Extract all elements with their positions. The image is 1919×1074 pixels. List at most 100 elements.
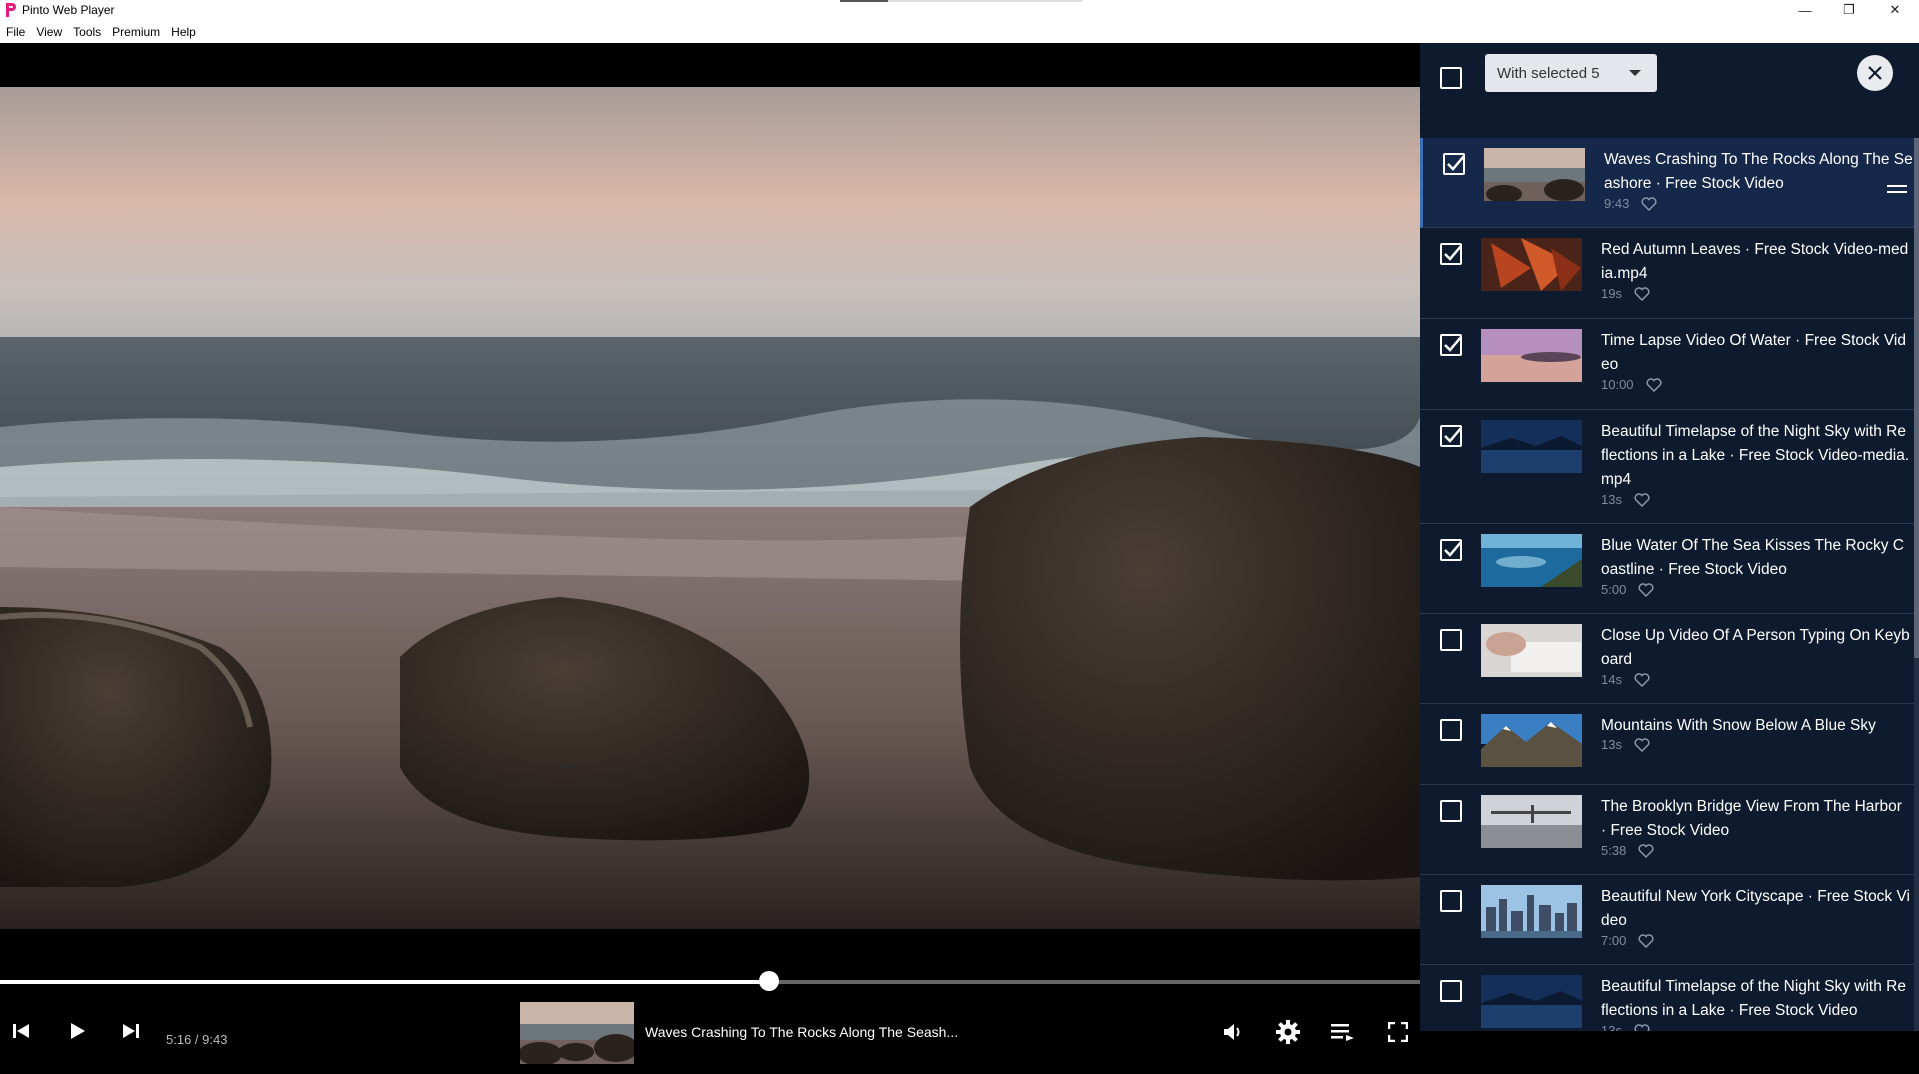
select-all-checkbox[interactable] [1440,67,1462,89]
playlist-item[interactable]: Mountains With Snow Below A Blue Sky 13s [1420,704,1914,785]
playlist-scrollbar[interactable] [1914,138,1919,1031]
item-checkbox[interactable] [1440,539,1462,561]
item-duration: 9:43 [1604,196,1630,211]
volume-button[interactable] [1221,1020,1245,1044]
scrollbar-thumb[interactable] [1914,138,1919,658]
keyboard-thumbnail [1481,624,1582,677]
app-title: Pinto Web Player [22,3,115,17]
playlist-item[interactable]: Waves Crashing To The Rocks Along The Se… [1420,138,1914,228]
title-tab-indicator [840,0,1082,2]
item-checkbox[interactable] [1440,800,1462,822]
close-playlist-button[interactable] [1857,55,1893,91]
menu-tools[interactable]: Tools [73,25,101,39]
mountain-thumbnail [1481,714,1582,767]
item-thumbnail[interactable] [1481,624,1582,677]
heart-icon[interactable] [1641,196,1657,211]
item-checkbox[interactable] [1440,425,1462,447]
item-meta: 13s [1601,492,1650,507]
item-thumbnail[interactable] [1481,885,1582,938]
item-checkbox[interactable] [1443,153,1465,175]
playback-time: 5:16 / 9:43 [166,1032,228,1047]
video-player[interactable]: 5:16 / 9:43 Waves Crashing To The Rocks … [0,43,1420,1064]
heart-icon[interactable] [1634,286,1650,301]
bulk-action-label: With selected 5 [1497,64,1600,82]
player-controls: 5:16 / 9:43 Waves Crashing To The Rocks … [0,998,1420,1074]
item-meta: 14s [1601,672,1650,687]
item-thumbnail[interactable] [1481,534,1582,587]
heart-icon[interactable] [1634,1023,1650,1032]
heart-icon[interactable] [1634,492,1650,507]
maximize-button[interactable]: ❐ [1826,0,1872,20]
item-thumbnail[interactable] [1481,795,1582,848]
settings-button[interactable] [1275,1019,1301,1045]
item-title: Beautiful Timelapse of the Night Sky wit… [1601,423,1910,488]
menu-premium[interactable]: Premium [112,25,160,39]
minimize-button[interactable]: — [1782,0,1828,20]
playlist-item[interactable]: Beautiful Timelapse of the Night Sky wit… [1420,965,1914,1031]
skip-next-icon [123,1024,139,1038]
playlist-item[interactable]: Red Autumn Leaves · Free Stock Video-med… [1420,228,1914,319]
playlist-item[interactable]: The Brooklyn Bridge View From The Harbor… [1420,785,1914,875]
skip-next-button[interactable] [120,1020,142,1042]
item-thumbnail[interactable] [1484,148,1585,201]
fullscreen-button[interactable] [1386,1020,1410,1044]
playlist-item[interactable]: Close Up Video Of A Person Typing On Key… [1420,614,1914,704]
item-title: Waves Crashing To The Rocks Along The Se… [1604,151,1913,192]
check-icon [1444,427,1462,443]
item-duration: 10:00 [1601,377,1634,392]
close-icon [1868,66,1882,80]
item-duration: 13s [1601,1023,1622,1031]
seek-bar[interactable] [0,971,1420,991]
heart-icon[interactable] [1638,582,1654,597]
heart-icon[interactable] [1638,933,1654,948]
playlist-icon [1331,1024,1354,1041]
item-checkbox[interactable] [1440,719,1462,741]
video-frame[interactable] [0,87,1420,929]
drag-handle-icon[interactable] [1887,183,1907,195]
item-thumbnail[interactable] [1481,714,1582,767]
heart-icon[interactable] [1646,377,1662,392]
bridge-thumbnail [1481,795,1582,848]
seek-bar-handle[interactable] [759,971,780,991]
menu-view[interactable]: View [36,25,62,39]
playlist-item[interactable]: Blue Water Of The Sea Kisses The Rocky C… [1420,524,1914,614]
heart-icon[interactable] [1634,672,1650,687]
item-checkbox[interactable] [1440,334,1462,356]
playlist-item[interactable]: Beautiful Timelapse of the Night Sky wit… [1420,410,1914,524]
item-thumbnail[interactable] [1481,238,1582,291]
item-thumbnail[interactable] [1481,329,1582,382]
item-thumbnail[interactable] [1481,975,1582,1028]
heart-icon[interactable] [1638,843,1654,858]
chevron-down-icon [1629,70,1641,76]
item-checkbox[interactable] [1440,980,1462,1002]
bulk-action-dropdown[interactable]: With selected 5 [1485,54,1657,92]
skip-previous-button[interactable] [10,1020,32,1042]
playlist-button[interactable] [1330,1020,1356,1044]
fullscreen-icon [1388,1022,1408,1042]
menu-help[interactable]: Help [171,25,196,39]
now-playing-thumbnail[interactable] [520,1002,634,1064]
volume-icon [1224,1024,1240,1040]
heart-icon[interactable] [1634,737,1650,752]
item-duration: 14s [1601,672,1622,687]
playlist-item[interactable]: Beautiful New York Cityscape · Free Stoc… [1420,875,1914,965]
playlist-panel: With selected 5 Waves Crashing To The Ro… [1420,43,1919,1031]
play-icon [71,1023,85,1039]
item-meta: 10:00 [1601,377,1662,392]
item-checkbox[interactable] [1440,243,1462,265]
sea-thumbnail [1484,148,1585,201]
check-icon [1447,155,1465,171]
item-checkbox[interactable] [1440,629,1462,651]
item-duration: 5:38 [1601,843,1627,858]
item-title: Red Autumn Leaves · Free Stock Video-med… [1601,241,1909,282]
close-window-button[interactable]: ✕ [1872,0,1918,20]
playlist-item[interactable]: Time Lapse Video Of Water · Free Stock V… [1420,319,1914,410]
item-meta: 5:00 [1601,582,1654,597]
play-button[interactable] [66,1020,88,1042]
item-checkbox[interactable] [1440,890,1462,912]
item-title: The Brooklyn Bridge View From The Harbor… [1601,798,1902,839]
menu-file[interactable]: File [6,25,25,39]
seek-bar-fill [0,980,770,984]
item-thumbnail[interactable] [1481,420,1582,473]
item-title: Close Up Video Of A Person Typing On Key… [1601,627,1910,668]
